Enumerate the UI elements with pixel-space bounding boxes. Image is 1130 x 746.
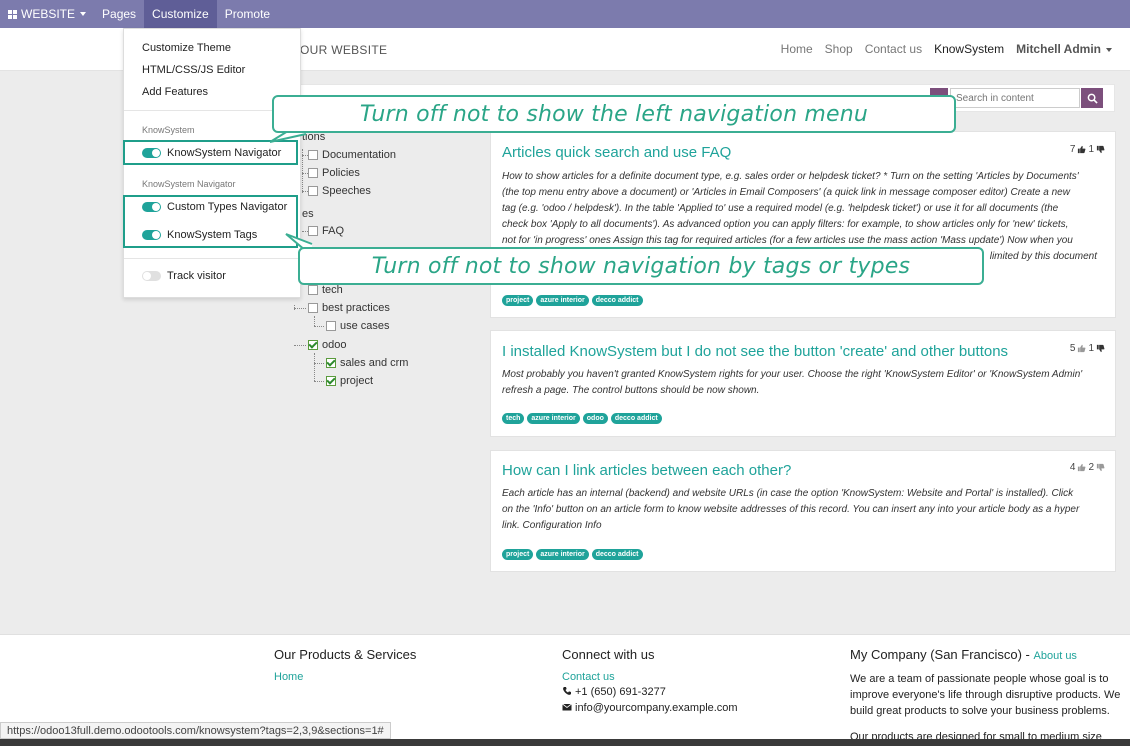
promote-menu[interactable]: Promote: [217, 0, 278, 28]
chevron-down-icon: [80, 12, 87, 16]
article-title[interactable]: I installed KnowSystem but I do not see …: [502, 343, 1008, 360]
toggle-switch-off[interactable]: [142, 271, 161, 281]
tree-item-policies[interactable]: Policies: [308, 165, 360, 181]
callout-tags-types: Turn off not to show navigation by tags …: [298, 247, 984, 285]
section-title: es: [302, 208, 314, 220]
tree-tag-project[interactable]: project: [326, 373, 373, 389]
tree-item-speeches[interactable]: Speeches: [308, 183, 371, 199]
tag-badge[interactable]: project: [502, 295, 534, 306]
tree-tag-sales-crm[interactable]: sales and crm: [326, 355, 408, 371]
customize-menu[interactable]: Customize: [144, 0, 217, 28]
thumbs-down-icon[interactable]: [1096, 463, 1105, 472]
checkbox-checked[interactable]: [326, 358, 336, 368]
dislikes-count: 1: [1088, 343, 1094, 354]
tag-badge[interactable]: azure interior: [536, 295, 589, 306]
code-editor-item[interactable]: HTML/CSS/JS Editor: [142, 64, 245, 76]
user-name: Mitchell Admin: [1016, 42, 1101, 56]
tree-tag-odoo[interactable]: odoo: [308, 337, 346, 353]
phone-icon: [563, 687, 571, 695]
tree-item-documentation[interactable]: Documentation: [308, 147, 396, 163]
nav-home[interactable]: Home: [781, 42, 813, 56]
nav-shop[interactable]: Shop: [825, 42, 853, 56]
checkbox[interactable]: [308, 285, 318, 295]
dislikes-count: 1: [1088, 144, 1094, 155]
pages-menu[interactable]: Pages: [94, 0, 144, 28]
thumbs-up-icon[interactable]: [1077, 344, 1086, 353]
nav-contact[interactable]: Contact us: [865, 42, 922, 56]
article-title[interactable]: Articles quick search and use FAQ: [502, 144, 731, 161]
checkbox-checked[interactable]: [308, 340, 318, 350]
tree-tag-best-practices[interactable]: best practices: [308, 300, 390, 316]
website-menu-label: WEBSITE: [21, 7, 76, 21]
article-votes: 7 1: [1070, 144, 1105, 155]
footer-company-title: My Company (San Francisco) - About us: [850, 647, 1077, 662]
likes-count: 4: [1069, 462, 1076, 473]
browser-status-url: https://odoo13full.demo.odootools.com/kn…: [0, 722, 391, 739]
thumbs-up-icon[interactable]: [1077, 463, 1086, 472]
tree-tag-use-cases[interactable]: use cases: [326, 318, 390, 334]
admin-topbar: WEBSITE Pages Customize Promote: [0, 0, 1130, 28]
tag-badge[interactable]: azure interior: [527, 413, 580, 424]
footer-products-title: Our Products & Services: [274, 647, 417, 662]
checkbox[interactable]: [308, 168, 318, 178]
tag-badge[interactable]: decco addict: [591, 549, 643, 560]
dropdown-header-navigator: KnowSystem Navigator: [142, 179, 236, 189]
checkbox[interactable]: [308, 150, 318, 160]
customize-theme-item[interactable]: Customize Theme: [142, 42, 231, 54]
article-votes: 5 1: [1070, 343, 1105, 354]
checkbox-checked[interactable]: [326, 376, 336, 386]
nav-knowsystem[interactable]: KnowSystem: [934, 42, 1004, 56]
dislikes-count: 2: [1088, 462, 1094, 473]
checkbox[interactable]: [308, 186, 318, 196]
checkbox[interactable]: [326, 321, 336, 331]
tag-badge[interactable]: tech: [502, 413, 525, 424]
envelope-icon: [562, 703, 572, 711]
likes-count: 5: [1069, 343, 1076, 354]
bottom-strip: [0, 739, 1130, 746]
footer-phone: +1 (650) 691-3277: [562, 686, 666, 698]
article-tags: tech azure interior odoo decco addict: [502, 413, 662, 424]
article-tags: project azure interior decco addict: [502, 549, 643, 560]
highlight-box: [123, 195, 298, 248]
article-title[interactable]: How can I link articles between each oth…: [502, 462, 791, 479]
tag-badge[interactable]: decco addict: [610, 413, 662, 424]
thumbs-up-icon[interactable]: [1077, 145, 1086, 154]
footer-email[interactable]: info@yourcompany.example.com: [562, 702, 738, 714]
article-excerpt: Each article has an internal (backend) a…: [502, 488, 1080, 531]
tag-badge[interactable]: odoo: [582, 413, 608, 424]
tag-badge[interactable]: decco addict: [591, 295, 643, 306]
article-card: I installed KnowSystem but I do not see …: [490, 330, 1116, 437]
footer-connect-title: Connect with us: [562, 647, 655, 662]
article-card: How can I link articles between each oth…: [490, 450, 1116, 572]
main-nav: Home Shop Contact us KnowSystem Mitchell…: [781, 42, 1112, 56]
checkbox[interactable]: [308, 303, 318, 313]
search-button[interactable]: [1081, 88, 1103, 108]
search-input[interactable]: [950, 88, 1080, 108]
website-menu[interactable]: WEBSITE: [0, 0, 94, 28]
tag-badge[interactable]: project: [502, 549, 534, 560]
footer-home-link[interactable]: Home: [274, 671, 303, 683]
footer-about-link[interactable]: About us: [1034, 650, 1077, 662]
likes-count: 7: [1069, 144, 1076, 155]
article-excerpt: Most probably you haven't granted KnowSy…: [502, 369, 1083, 396]
thumbs-down-icon[interactable]: [1096, 344, 1105, 353]
add-features-item[interactable]: Add Features: [142, 86, 208, 98]
article-votes: 4 2: [1070, 462, 1105, 473]
tag-badge[interactable]: azure interior: [536, 549, 589, 560]
search-icon: [1087, 93, 1098, 104]
article-card: Articles quick search and use FAQ 7 1 Ho…: [490, 131, 1116, 318]
dropdown-header-knowsystem: KnowSystem: [142, 125, 195, 135]
track-visitor-toggle[interactable]: Track visitor: [142, 270, 226, 282]
callout-left-menu: Turn off not to show the left navigation…: [272, 95, 956, 133]
site-brand[interactable]: OUR WEBSITE: [300, 43, 387, 57]
article-tags: project azure interior decco addict: [502, 295, 643, 306]
footer-about-text: We are a team of passionate people whose…: [850, 673, 1121, 717]
user-menu[interactable]: Mitchell Admin: [1016, 42, 1112, 56]
chevron-down-icon: [1106, 47, 1112, 52]
footer-contact-link[interactable]: Contact us: [562, 671, 615, 683]
apps-grid-icon: [8, 9, 17, 19]
thumbs-down-icon[interactable]: [1096, 145, 1105, 154]
